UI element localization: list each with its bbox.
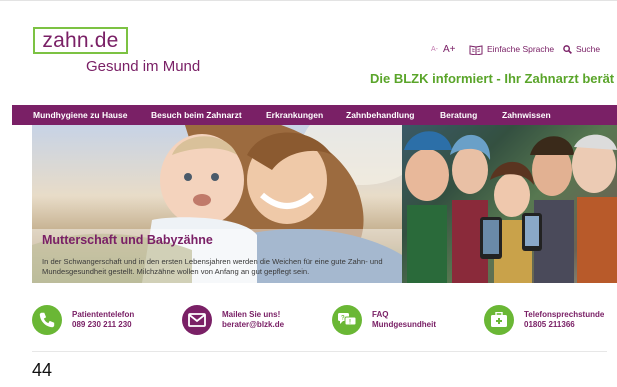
contact-email-title: Mailen Sie uns! (222, 310, 281, 319)
hero-illustration-group (402, 125, 617, 283)
hero-title[interactable]: Mutterschaft und Babyzähne (42, 233, 213, 247)
book-icon (469, 44, 483, 55)
font-size-decrease-button[interactable]: A- (431, 46, 438, 53)
nav-item-beratung[interactable]: Beratung (440, 105, 477, 125)
hero-description: In der Schwangerschaft und in den ersten… (42, 257, 383, 276)
site-logo[interactable]: zahn.de (33, 27, 128, 54)
nav-item-mundhygiene[interactable]: Mundhygiene zu Hause (33, 105, 127, 125)
contact-email-address: berater@blzk.de (222, 320, 285, 329)
nav-item-besuch-zahnarzt[interactable]: Besuch beim Zahnarzt (151, 105, 242, 125)
contact-phone-hours-title: Telefonsprechstunde (524, 310, 605, 319)
page-number: 44 (32, 360, 53, 380)
nav-item-zahnbehandlung[interactable]: Zahnbehandlung (346, 105, 414, 125)
main-navigation: Mundhygiene zu Hause Besuch beim Zahnarz… (12, 105, 617, 125)
contact-email-label: Mailen Sie uns! berater@blzk.de (222, 310, 284, 330)
footer-divider (32, 351, 607, 352)
contact-patient-phone-title: Patiententelefon (72, 310, 135, 319)
font-size-controls: A- A+ (431, 42, 456, 56)
contact-faq-title: FAQ (372, 310, 389, 319)
contact-patient-phone[interactable]: Patiententelefon 089 230 211 230 (32, 300, 134, 340)
contact-patient-phone-number: 089 230 211 230 (72, 320, 132, 329)
font-size-increase-button[interactable]: A+ (443, 44, 456, 55)
contact-phone-hours[interactable]: Telefonsprechstunde 01805 211366 (484, 300, 604, 340)
simple-language-label: Einfache Sprache (487, 44, 555, 54)
svg-text:!: ! (349, 320, 351, 326)
simple-language-link[interactable]: Einfache Sprache (469, 42, 554, 56)
logo-tagline: Gesund im Mund (86, 58, 201, 75)
search-link[interactable]: Suche (563, 42, 600, 56)
contact-patient-phone-label: Patiententelefon 089 230 211 230 (72, 310, 134, 330)
nav-item-erkrankungen[interactable]: Erkrankungen (266, 105, 323, 125)
medical-kit-icon (484, 305, 514, 335)
contact-email[interactable]: Mailen Sie uns! berater@blzk.de (182, 300, 284, 340)
site-slogan: Die BLZK informiert - Ihr Zahnarzt berät (370, 71, 615, 86)
contact-faq-label: FAQ Mundgesundheit (372, 310, 436, 330)
top-border (0, 0, 617, 1)
contact-faq-subtitle: Mundgesundheit (372, 320, 436, 329)
contact-bar: Patiententelefon 089 230 211 230 Mailen … (32, 300, 617, 342)
hero-image-group-selfie (402, 125, 617, 283)
contact-phone-hours-label: Telefonsprechstunde 01805 211366 (524, 310, 604, 330)
page-frame: zahn.de Gesund im Mund A- A+ Einfache Sp… (0, 0, 617, 387)
faq-icon: ?! (332, 305, 362, 335)
contact-faq[interactable]: ?! FAQ Mundgesundheit (332, 300, 436, 340)
mail-icon (182, 305, 212, 335)
phone-icon (32, 305, 62, 335)
logo-text: zahn.de (42, 29, 119, 52)
contact-phone-hours-number: 01805 211366 (524, 320, 575, 329)
svg-text:?: ? (341, 316, 345, 322)
nav-item-zahnwissen[interactable]: Zahnwissen (502, 105, 551, 125)
search-icon (563, 44, 572, 54)
search-label: Suche (576, 44, 601, 54)
